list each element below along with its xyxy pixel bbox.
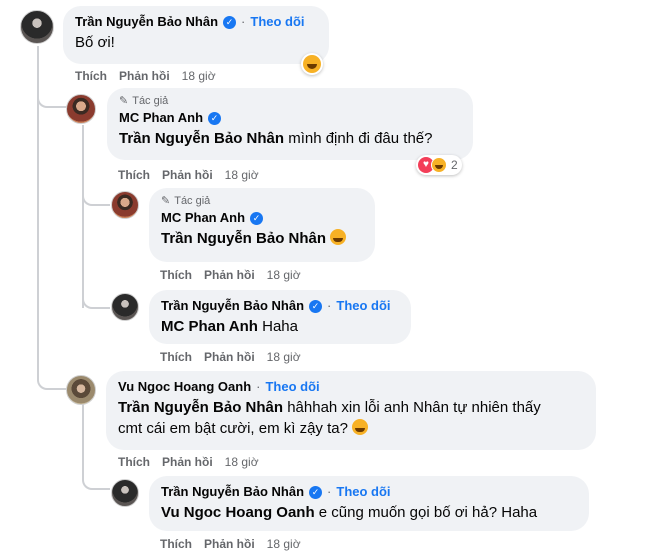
reply-button[interactable]: Phản hồi [162,454,213,470]
avatar[interactable] [66,94,96,124]
reply-button[interactable]: Phản hồi [162,167,213,183]
avatar[interactable] [20,10,54,44]
mention-link[interactable]: Trần Nguyễn Bảo Nhân [161,230,326,247]
author-tag: Tác giả [174,195,211,207]
comment-text: MC Phan Anh Haha [161,318,298,335]
comment-timestamp[interactable]: 18 giờ [267,536,301,552]
pencil-icon: ✎ [161,195,171,207]
thread-connector [37,376,67,390]
comment-author[interactable]: MC Phan Anh [119,110,203,126]
comment-timestamp[interactable]: 18 giờ [267,267,301,283]
comment-author[interactable]: Trần Nguyễn Bảo Nhân [161,484,304,500]
comment-actions: Thích Phản hồi 18 giờ [160,267,301,283]
mention-link[interactable]: Vu Ngoc Hoang Oanh [161,504,315,521]
thread-line-reply [82,125,84,308]
verified-badge-icon: ✓ [250,211,264,225]
follow-button[interactable]: Theo dõi [265,379,319,395]
verified-badge-icon: ✓ [223,15,237,29]
comment-bubble: Vu Ngoc Hoang Oanh · Theo dõi Trần Nguyễ… [106,371,596,450]
avatar[interactable] [66,375,96,405]
reply-button[interactable]: Phản hồi [204,536,255,552]
haha-reaction-icon[interactable] [301,53,323,75]
reaction-count: 2 [451,158,458,172]
laughing-emoji-icon [330,229,347,245]
thread-connector [82,186,110,206]
comment-bubble: Trần Nguyễn Bảo Nhân ✓ · Theo dõi MC Pha… [149,290,411,344]
thread-connector [37,88,67,108]
comment-timestamp[interactable]: 18 giờ [225,454,259,470]
comment-actions: Thích Phản hồi 18 giờ [118,454,259,470]
comment-timestamp[interactable]: 18 giờ [267,349,301,365]
haha-icon [431,157,447,173]
comment-text: Trần Nguyễn Bảo Nhân mình định đi đâu th… [119,130,433,147]
comment-bubble: ✎ Tác giả MC Phan Anh ✓ Trần Nguyễn Bảo … [107,88,473,160]
comment-text: Trần Nguyễn Bảo Nhân [161,228,363,249]
follow-button[interactable]: Theo dõi [250,14,304,30]
laughing-emoji-icon [352,419,369,435]
avatar[interactable] [111,479,139,507]
comment-text: Trần Nguyễn Bảo Nhân hâhhah xin lỗi anh … [118,399,541,437]
comment-author[interactable]: MC Phan Anh [161,210,245,226]
comment-actions: Thích Phản hồi 18 giờ [160,536,301,552]
avatar[interactable] [111,293,139,321]
author-tag: Tác giả [132,95,169,107]
thread-connector [82,464,110,490]
like-button[interactable]: Thích [118,454,150,470]
mention-link[interactable]: Trần Nguyễn Bảo Nhân [118,399,283,416]
comment-actions: Thích Phản hồi 18 giờ [160,349,301,365]
comment-actions: Thích Phản hồi 18 giờ [118,167,259,183]
pencil-icon: ✎ [119,95,129,107]
reply-button[interactable]: Phản hồi [119,68,170,84]
comment-actions: Thích Phản hồi 18 giờ [75,68,216,84]
reaction-summary[interactable]: ♥ 2 [416,155,462,175]
like-button[interactable]: Thích [160,536,192,552]
comment-timestamp[interactable]: 18 giờ [182,68,216,84]
reply-button[interactable]: Phản hồi [204,267,255,283]
mention-link[interactable]: MC Phan Anh [161,318,258,335]
like-button[interactable]: Thích [160,349,192,365]
comment-author[interactable]: Trần Nguyễn Bảo Nhân [161,298,304,314]
comment-author[interactable]: Trần Nguyễn Bảo Nhân [75,14,218,30]
comment-text: Bố ơi! [75,34,115,51]
follow-button[interactable]: Theo dõi [336,298,390,314]
mention-link[interactable]: Trần Nguyễn Bảo Nhân [119,130,284,147]
verified-badge-icon: ✓ [208,111,222,125]
comment-text: Vu Ngoc Hoang Oanh e cũng muốn gọi bố ơi… [161,504,538,521]
like-button[interactable]: Thích [160,267,192,283]
reply-button[interactable]: Phản hồi [204,349,255,365]
verified-badge-icon: ✓ [309,299,323,313]
like-button[interactable]: Thích [75,68,107,84]
avatar[interactable] [111,191,139,219]
follow-button[interactable]: Theo dõi [336,484,390,500]
comment-bubble: ✎ Tác giả MC Phan Anh ✓ Trần Nguyễn Bảo … [149,188,375,262]
comment-author[interactable]: Vu Ngoc Hoang Oanh [118,379,251,395]
verified-badge-icon: ✓ [309,485,323,499]
like-button[interactable]: Thích [118,167,150,183]
comment-timestamp[interactable]: 18 giờ [225,167,259,183]
comment-bubble: Trần Nguyễn Bảo Nhân ✓ · Theo dõi Bố ơi! [63,6,329,64]
thread-connector [82,291,110,309]
comment-bubble: Trần Nguyễn Bảo Nhân ✓ · Theo dõi Vu Ngo… [149,476,589,531]
